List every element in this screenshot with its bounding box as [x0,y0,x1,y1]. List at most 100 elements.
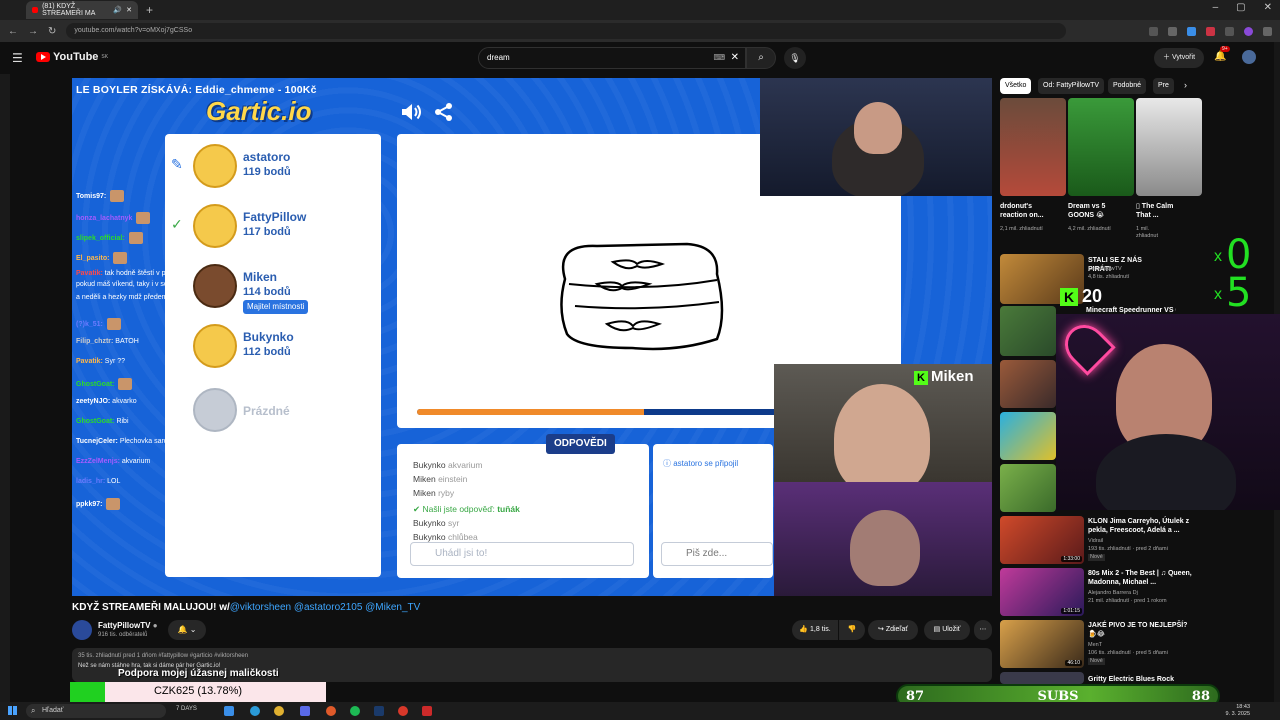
counter-bottom: 5 [1226,270,1252,316]
cast-icon[interactable] [1149,26,1158,36]
windows-start-icon[interactable] [8,706,17,715]
profile-icon[interactable] [1244,26,1253,36]
microphone-icon: 🎙 [789,53,801,63]
extension-icon-2[interactable] [1206,26,1215,36]
video-channel[interactable]: MenT [1088,642,1102,649]
extension-icon-3[interactable] [1225,26,1234,36]
stream-chat-line: slipek_official: [76,232,143,244]
taskbar-app-icon[interactable] [326,706,336,716]
short-title[interactable]: ▯ The Calm That ... [1136,202,1186,220]
video-thumbnail[interactable]: 1:33:00 [1000,516,1084,564]
dislike-button[interactable]: 👎 [839,620,865,640]
browser-menu-icon[interactable] [1263,26,1272,36]
keyboard-icon[interactable]: ⌨ [713,48,725,68]
youtube-logo[interactable]: YouTube SK [36,51,108,63]
weather-widget[interactable]: 7 DAYS [176,706,197,712]
video-thumbnail[interactable]: 46:10 [1000,620,1084,668]
taskbar-app-icon[interactable] [422,706,432,716]
chat-username: honza_lachatnyk [76,214,133,222]
address-bar-row: ← → ↻ youtube.com/watch?v=oMXoj7gCSSo [0,20,1280,42]
guess-input[interactable]: Uhádl jsi to! [410,542,634,566]
chip-channel[interactable]: Od: FattyPillowTV [1038,78,1105,94]
player-points: 119 bodů [243,166,291,178]
game-chat-input[interactable]: Piš zde... [661,542,773,566]
chat-message: Plechovka sardinek [117,438,181,445]
short-title[interactable]: Dream vs 5 GOONS 😭 [1068,202,1128,220]
video-channel[interactable]: Alejandro Barrera Dj [1088,590,1138,597]
bookmark-star-icon[interactable] [1168,26,1177,36]
video-player[interactable]: LE BOYLER ZÍSKÁVÁ: Eddie_chmeme - 100Kč … [72,78,992,596]
short-thumbnail[interactable] [1000,98,1066,196]
hamburger-menu-icon[interactable]: ☰ [12,51,23,65]
stream-chat-line: El_pasito: [76,252,128,264]
video-title[interactable]: 80s Mix 2 - The Best | ♫ Queen, Madonna,… [1088,569,1192,587]
url-field[interactable]: youtube.com/watch?v=oMXoj7gCSSo [66,23,1067,39]
new-tab-button[interactable]: + [146,3,153,17]
system-clock[interactable]: 18:43 9. 3. 2025 [1226,704,1250,718]
like-button[interactable]: 👍 1,8 tis. [792,620,838,640]
taskbar-search[interactable]: Hľadať [26,704,166,718]
kick-logo-icon: K [1060,288,1078,306]
video-thumbnail[interactable] [1000,464,1056,512]
video-thumbnail[interactable] [1000,306,1056,356]
notifications-button[interactable]: 🔔 9+ [1214,46,1230,62]
tab-audio-icon[interactable]: 🔊 [113,6,122,14]
chip-similar[interactable]: Podobné [1108,78,1147,94]
short-thumbnail[interactable] [1136,98,1202,196]
maximize-button[interactable]: ▢ [1236,2,1245,13]
clear-search-icon[interactable]: ✕ [731,48,739,68]
video-channel[interactable]: FattyPillowTV [1088,266,1122,273]
new-badge: Nové [1088,658,1105,665]
video-title-tags[interactable]: @viktorsheen @astatoro2105 @Miken_TV [230,602,421,613]
chevron-right-icon[interactable]: › [1184,80,1187,90]
channel-name[interactable]: FattyPillowTV ● [98,621,158,630]
video-title[interactable]: KLON Jima Carreyho, Útulek z pekla, Free… [1088,517,1192,535]
taskbar-app-icon[interactable] [224,706,234,716]
create-button[interactable]: ＋ Vytvořit [1154,48,1204,68]
chat-username: EzzZelMenjs: [76,458,120,465]
chrome-icon[interactable] [274,706,284,716]
forward-button[interactable]: → [28,26,38,37]
video-thumbnail[interactable] [1000,360,1056,408]
webcam-bottom [774,482,992,596]
more-actions-button[interactable]: ⋯ [974,620,992,640]
steam-icon[interactable] [374,706,384,716]
subscribed-bell-button[interactable]: 🔔 ⌄ [168,620,206,640]
tab-close-icon[interactable]: ✕ [126,6,132,14]
reload-button[interactable]: ↻ [48,26,56,37]
video-title[interactable]: JAKÉ PIVO JE TO NEJLEPŠÍ? 🍺😂 [1088,621,1192,639]
browser-tab[interactable]: (81) KDYŽ STREAMEŘI MA 🔊 ✕ [26,1,138,19]
chat-username: zeetyNJO: [76,398,111,405]
video-thumbnail[interactable] [1000,672,1084,684]
back-button[interactable]: ← [8,26,18,37]
extension-icon-1[interactable] [1187,26,1196,36]
chat-message: akvarko [110,398,137,405]
edge-icon[interactable] [250,706,260,716]
notification-count: 9+ [1220,46,1230,52]
chip-for-you[interactable]: Pre [1153,78,1174,94]
tab-title: (81) KDYŽ STREAMEŘI MA [42,3,96,17]
player-points: 117 bodů [243,226,291,238]
taskbar-app-icon[interactable] [300,706,310,716]
chevron-down-icon: ⌄ [189,625,197,634]
short-thumbnail[interactable] [1068,98,1134,196]
video-channel[interactable]: Vidrail [1088,538,1103,545]
emote-icon [136,212,151,224]
emote-icon [113,252,128,264]
share-button[interactable]: ↪ Zdieľať [868,620,918,640]
voice-search-button[interactable]: 🎙 [784,47,806,69]
search-button[interactable]: ⌕ [746,47,776,69]
spotify-icon[interactable] [350,706,360,716]
channel-avatar[interactable] [72,620,92,640]
video-title[interactable]: Gritty Electric Blues Rock [1088,675,1192,684]
video-thumbnail[interactable] [1000,412,1056,460]
close-window-button[interactable]: ✕ [1264,2,1272,13]
chip-all[interactable]: Všetko [1000,78,1032,94]
video-thumbnail[interactable]: 1:01:15 [1000,568,1084,616]
account-avatar[interactable] [1242,50,1256,64]
save-button[interactable]: ▤ Uložiť [924,620,970,640]
short-title[interactable]: drdonut's reaction on... [1000,202,1060,220]
search-input[interactable]: dream ⌨ ✕ [478,47,746,69]
minimize-button[interactable]: – [1213,2,1219,13]
taskbar-app-icon[interactable] [398,706,408,716]
